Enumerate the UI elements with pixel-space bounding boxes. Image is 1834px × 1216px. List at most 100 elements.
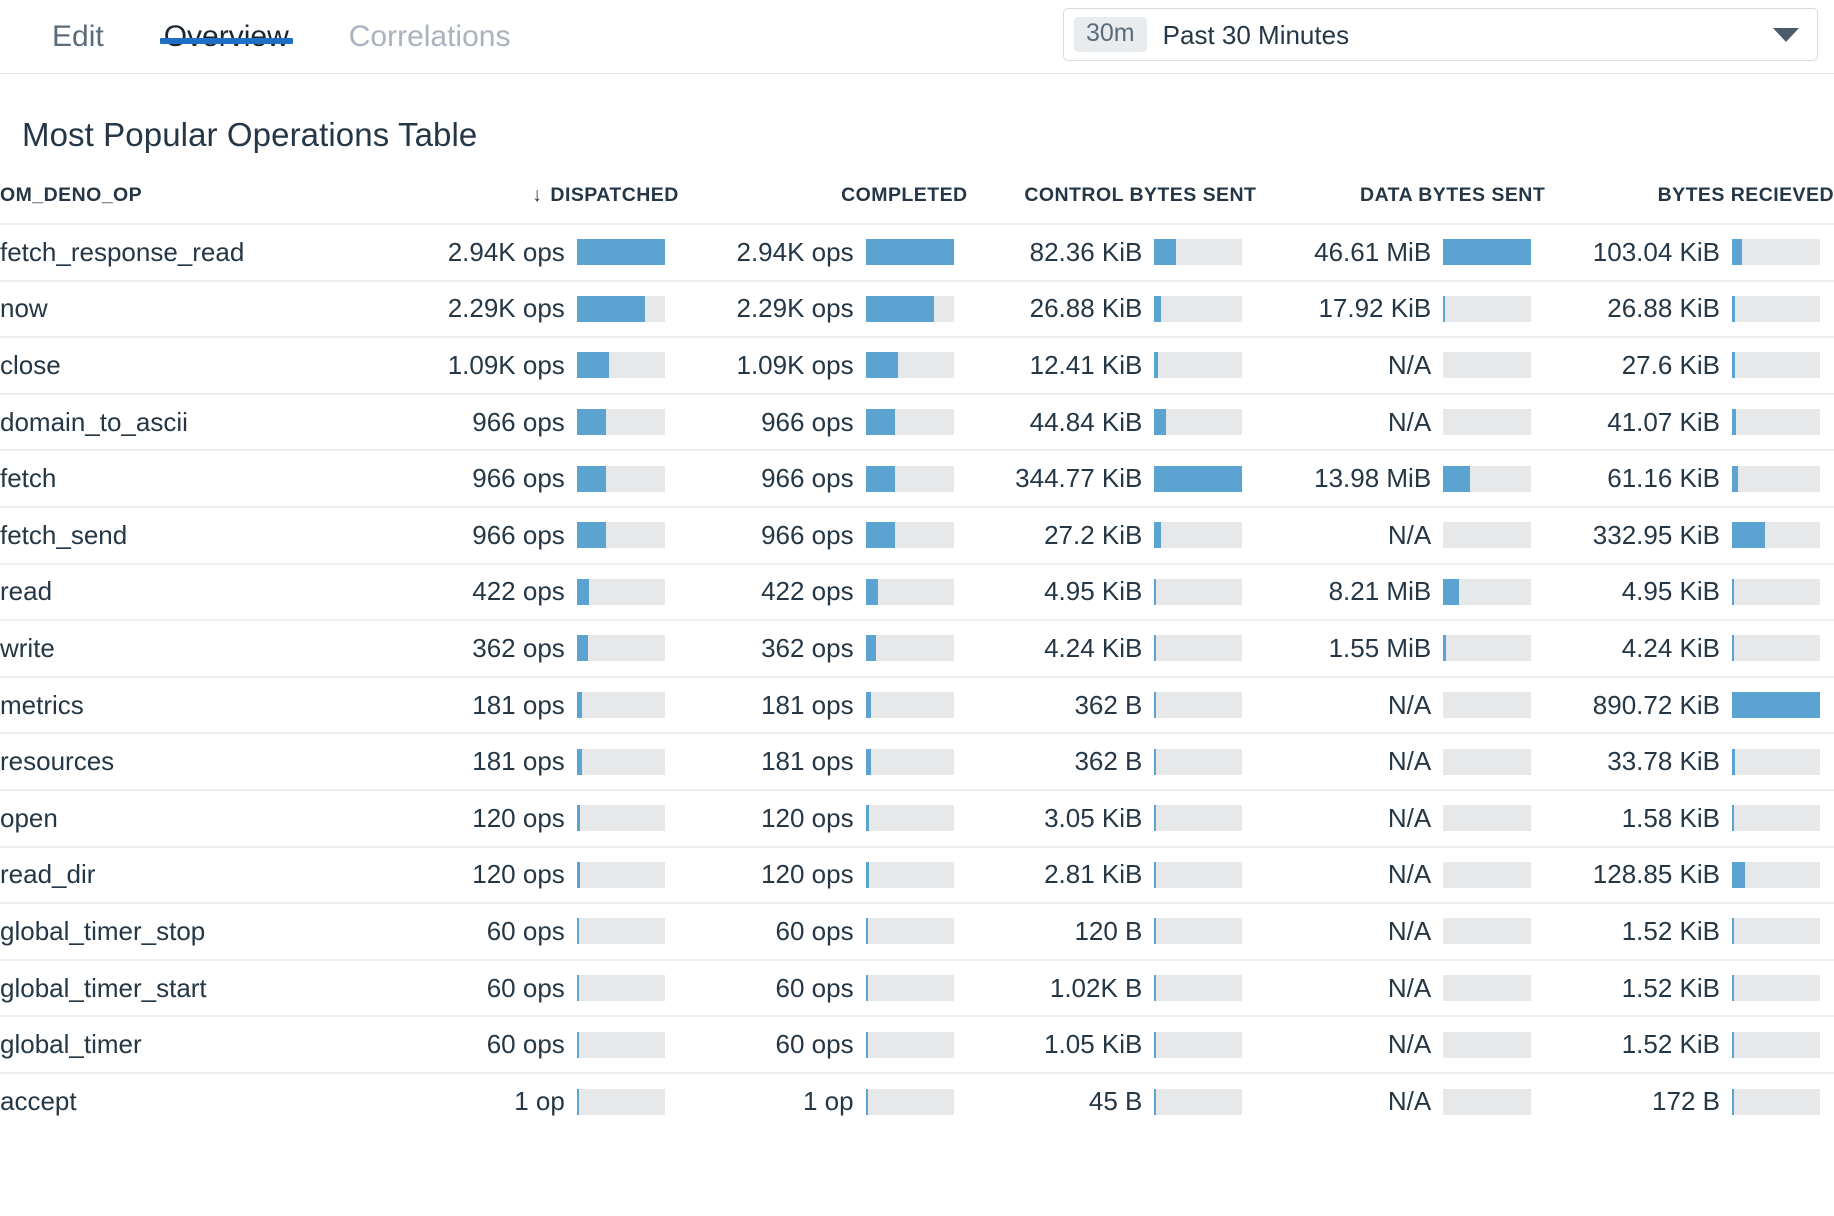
metric-cell: 1 op — [679, 1086, 968, 1117]
metric-bar-fill — [577, 409, 606, 435]
metric-bar-track — [1154, 1089, 1242, 1115]
table-row[interactable]: read422 ops422 ops4.95 KiB8.21 MiB4.95 K… — [0, 564, 1834, 621]
metric-cell: 1.52 KiB — [1545, 973, 1834, 1004]
table-row[interactable]: resources181 ops181 ops362 BN/A33.78 KiB — [0, 733, 1834, 790]
table-row[interactable]: fetch_response_read2.94K ops2.94K ops82.… — [0, 224, 1834, 281]
metric-cell: N/A — [1256, 350, 1545, 381]
column-header-op[interactable]: OM_DENO_OP — [0, 184, 390, 224]
table-row[interactable]: global_timer_start60 ops60 ops1.02K BN/A… — [0, 960, 1834, 1017]
column-header-completed[interactable]: COMPLETED — [679, 184, 968, 224]
metric-bar-track — [577, 749, 665, 775]
cell-data-bytes-sent: 17.92 KiB — [1256, 281, 1545, 338]
operation-name-cell: fetch — [0, 450, 390, 507]
metric-bar-track — [1154, 805, 1242, 831]
column-header-data-bytes-sent[interactable]: DATA BYTES SENT — [1256, 184, 1545, 224]
metric-bar-fill — [1154, 239, 1175, 265]
metric-bar-fill — [1154, 296, 1161, 322]
cell-completed: 181 ops — [679, 733, 968, 790]
table-row[interactable]: domain_to_ascii966 ops966 ops44.84 KiBN/… — [0, 394, 1834, 451]
metric-cell: 422 ops — [390, 576, 679, 607]
metric-cell: 27.2 KiB — [968, 520, 1257, 551]
column-header-control-bytes-sent-label: CONTROL BYTES SENT — [1024, 184, 1256, 206]
metric-bar-fill — [577, 749, 582, 775]
tab-overview[interactable]: Overview — [134, 0, 319, 52]
metric-bar-fill — [1443, 635, 1446, 661]
metric-value: 1.52 KiB — [1622, 973, 1720, 1004]
metric-value: N/A — [1388, 1086, 1431, 1117]
metric-cell: 966 ops — [390, 463, 679, 494]
cell-dispatched: 1.09K ops — [390, 337, 679, 394]
table-row[interactable]: global_timer60 ops60 ops1.05 KiBN/A1.52 … — [0, 1016, 1834, 1073]
cell-dispatched: 362 ops — [390, 620, 679, 677]
cell-completed: 60 ops — [679, 1016, 968, 1073]
chevron-down-icon[interactable] — [1773, 28, 1799, 42]
metric-cell: 1.52 KiB — [1545, 916, 1834, 947]
cell-bytes-recieved: 128.85 KiB — [1545, 847, 1834, 904]
metric-bar-fill — [577, 635, 588, 661]
metric-bar-fill — [1154, 1032, 1156, 1058]
metric-cell: 1.55 MiB — [1256, 633, 1545, 664]
metric-cell: 344.77 KiB — [968, 463, 1257, 494]
metric-value: N/A — [1388, 973, 1431, 1004]
cell-bytes-recieved: 1.58 KiB — [1545, 790, 1834, 847]
metric-bar-track — [866, 805, 954, 831]
cell-dispatched: 181 ops — [390, 677, 679, 734]
metric-value: 181 ops — [761, 746, 854, 777]
time-range-picker[interactable]: 30m Past 30 Minutes — [1063, 8, 1818, 61]
metric-bar-track — [577, 918, 665, 944]
metric-cell: 61.16 KiB — [1545, 463, 1834, 494]
metric-bar-fill — [1732, 1032, 1734, 1058]
metric-cell: 422 ops — [679, 576, 968, 607]
metric-cell: 8.21 MiB — [1256, 576, 1545, 607]
table-row[interactable]: global_timer_stop60 ops60 ops120 BN/A1.5… — [0, 903, 1834, 960]
metric-cell: 966 ops — [679, 520, 968, 551]
metric-bar-fill — [1154, 749, 1156, 775]
metric-bar-track — [866, 635, 954, 661]
table-row[interactable]: open120 ops120 ops3.05 KiBN/A1.58 KiB — [0, 790, 1834, 847]
metric-bar-track — [577, 692, 665, 718]
metric-cell: 172 B — [1545, 1086, 1834, 1117]
metric-bar-track — [577, 805, 665, 831]
table-row[interactable]: fetch966 ops966 ops344.77 KiB13.98 MiB61… — [0, 450, 1834, 507]
table-row[interactable]: read_dir120 ops120 ops2.81 KiBN/A128.85 … — [0, 847, 1834, 904]
metric-value: 41.07 KiB — [1607, 407, 1720, 438]
cell-bytes-recieved: 41.07 KiB — [1545, 394, 1834, 451]
metric-bar-track — [577, 352, 665, 378]
table-row[interactable]: metrics181 ops181 ops362 BN/A890.72 KiB — [0, 677, 1834, 734]
metric-bar-fill — [577, 296, 646, 322]
column-header-bytes-recieved[interactable]: BYTES RECIEVED — [1545, 184, 1834, 224]
metric-value: 966 ops — [472, 407, 565, 438]
metric-bar-track — [1443, 805, 1531, 831]
metric-bar-fill — [1732, 635, 1734, 661]
table-row[interactable]: now2.29K ops2.29K ops26.88 KiB17.92 KiB2… — [0, 281, 1834, 338]
operation-name-cell: fetch_send — [0, 507, 390, 564]
metric-bar-track — [1732, 409, 1820, 435]
column-header-dispatched[interactable]: ↓DISPATCHED — [390, 184, 679, 224]
operation-name-cell: close — [0, 337, 390, 394]
metric-value: 120 ops — [472, 859, 565, 890]
tab-list: Edit Overview Correlations — [0, 0, 540, 74]
metric-value: 362 B — [1074, 690, 1142, 721]
table-row[interactable]: accept1 op1 op45 BN/A172 B — [0, 1073, 1834, 1130]
tab-edit[interactable]: Edit — [22, 0, 134, 52]
table-row[interactable]: fetch_send966 ops966 ops27.2 KiBN/A332.9… — [0, 507, 1834, 564]
metric-cell: N/A — [1256, 690, 1545, 721]
table-row[interactable]: close1.09K ops1.09K ops12.41 KiBN/A27.6 … — [0, 337, 1834, 394]
metric-bar-fill — [1732, 862, 1745, 888]
operation-name-cell: metrics — [0, 677, 390, 734]
metric-cell: N/A — [1256, 1086, 1545, 1117]
metric-value: 4.95 KiB — [1622, 576, 1720, 607]
column-header-control-bytes-sent[interactable]: CONTROL BYTES SENT — [968, 184, 1257, 224]
tab-correlations[interactable]: Correlations — [319, 0, 541, 52]
metric-cell: 60 ops — [390, 973, 679, 1004]
metric-bar-fill — [1154, 1089, 1156, 1115]
cell-bytes-recieved: 172 B — [1545, 1073, 1834, 1130]
metric-bar-track — [577, 296, 665, 322]
metric-bar-fill — [1154, 918, 1156, 944]
metric-cell: 181 ops — [390, 690, 679, 721]
table-row[interactable]: write362 ops362 ops4.24 KiB1.55 MiB4.24 … — [0, 620, 1834, 677]
metric-bar-fill — [577, 1089, 579, 1115]
cell-control-bytes-sent: 1.05 KiB — [968, 1016, 1257, 1073]
cell-bytes-recieved: 33.78 KiB — [1545, 733, 1834, 790]
metric-value: 1.58 KiB — [1622, 803, 1720, 834]
